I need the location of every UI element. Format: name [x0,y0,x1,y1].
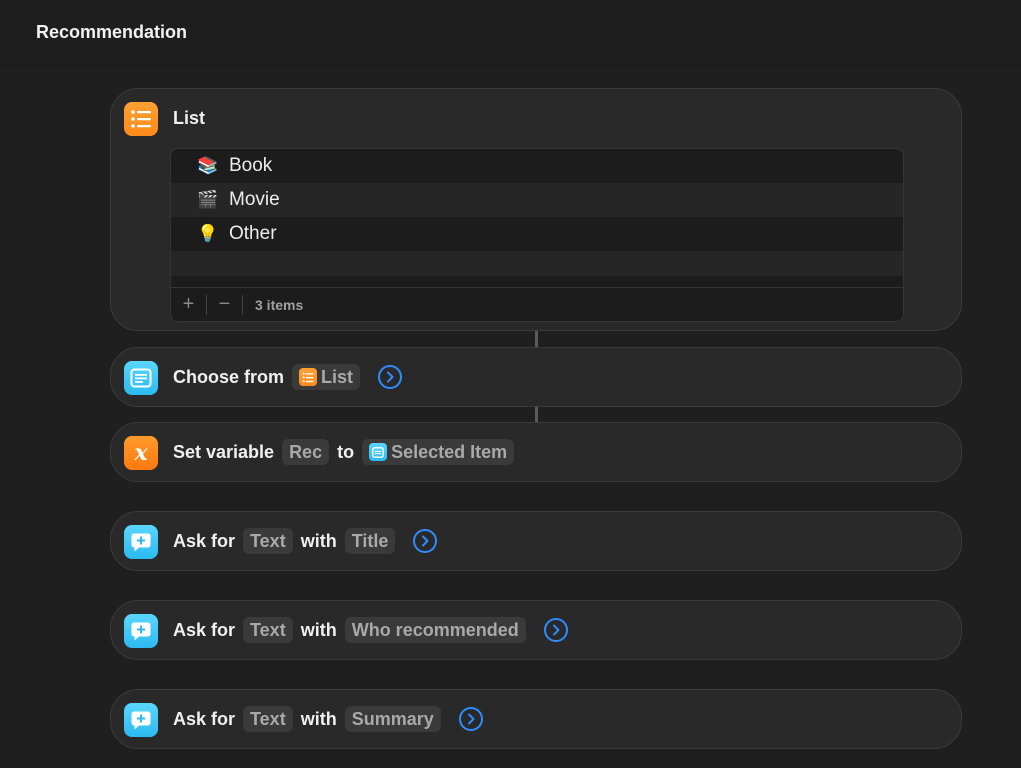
prompt-token[interactable]: Summary [344,706,441,732]
action-connector [535,407,538,422]
ask-for-action-card[interactable]: Ask for Text with Summary [110,689,962,749]
list-item-label: Movie [229,189,280,210]
list-icon [299,368,318,386]
selected-item-token[interactable]: Selected Item [362,439,515,465]
set-variable-row: Set variable Rec to Selected Item [173,423,515,481]
with-label: with [300,619,337,640]
choose-from-label: Choose from [173,366,285,387]
choose-from-action-card[interactable]: Choose from List [110,347,962,407]
ask-for-action-card[interactable]: Ask for Text with Title [110,511,962,571]
variable-name-token[interactable]: Rec [282,439,330,465]
clapper-emoji-icon: 🎬 [197,190,219,209]
expand-chevron-icon[interactable] [413,529,438,553]
expand-chevron-icon[interactable] [543,618,568,642]
remove-item-button[interactable]: − [207,288,242,322]
window-title: Recommendation [36,22,188,42]
list-variable-token[interactable]: List [292,364,361,390]
with-label: with [300,708,337,729]
list-action-title: List [173,89,205,147]
input-type-token[interactable]: Text [243,706,293,732]
expand-chevron-icon[interactable] [458,707,483,731]
token-label: List [321,366,354,387]
title-bar: Recommendation [0,0,1021,66]
list-empty-row[interactable] [171,251,903,276]
item-count: 3 items [255,296,304,313]
set-variable-label: Set variable [173,441,275,462]
list-item-label: Other [229,223,277,244]
list-footer: + − 3 items [171,287,903,321]
token-label: Selected Item [391,441,508,462]
ask-for-row: Ask for Text with Summary [173,690,483,748]
prompt-token[interactable]: Title [344,528,396,554]
ask-for-input-icon [124,525,158,559]
variable-x-icon: x [124,436,158,470]
list-item[interactable]: 🎬 Movie [171,183,903,217]
ask-for-label: Ask for [173,619,236,640]
ask-for-row: Ask for Text with Who recommended [173,601,568,659]
action-connector [535,331,538,347]
set-variable-action-card[interactable]: x Set variable Rec to Selected Item [110,422,962,482]
input-type-token[interactable]: Text [243,528,293,554]
ask-for-input-icon [124,703,158,737]
divider [242,294,243,315]
list-item-label: Book [229,155,273,176]
ask-for-input-icon [124,614,158,648]
ask-for-action-card[interactable]: Ask for Text with Who recommended [110,600,962,660]
ask-for-label: Ask for [173,530,236,551]
list-item[interactable]: 📚 Book [171,149,903,183]
choose-from-row: Choose from List [173,348,403,406]
list-action-label: List [173,107,206,128]
list-icon [124,102,158,136]
choose-from-list-icon [124,361,158,395]
to-label: to [337,441,355,462]
shortcut-editor-canvas: List 📚 Book 🎬 Movie 💡 Other + − 3 items [0,66,1021,768]
books-emoji-icon: 📚 [197,156,219,175]
list-item[interactable]: 💡 Other [171,217,903,251]
ask-for-row: Ask for Text with Title [173,512,438,570]
add-item-button[interactable]: + [171,288,206,322]
lightbulb-emoji-icon: 💡 [197,224,219,243]
input-type-token[interactable]: Text [243,617,293,643]
ask-for-label: Ask for [173,708,236,729]
expand-chevron-icon[interactable] [378,365,403,389]
list-items-table: 📚 Book 🎬 Movie 💡 Other + − 3 items [170,148,904,322]
list-action-card[interactable]: List 📚 Book 🎬 Movie 💡 Other + − 3 items [110,88,962,331]
choose-from-list-icon [369,443,388,461]
prompt-token[interactable]: Who recommended [344,617,526,643]
with-label: with [300,530,337,551]
